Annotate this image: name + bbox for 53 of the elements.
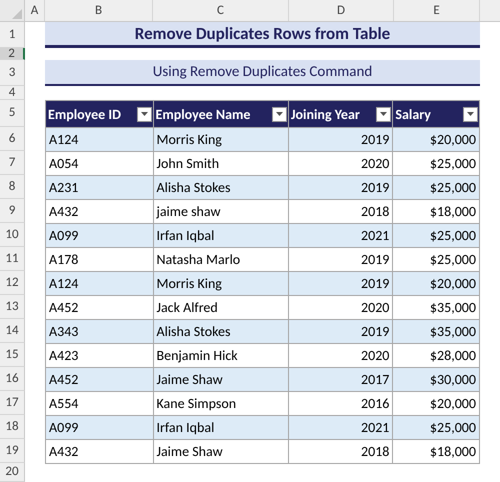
row-header[interactable]: 4 (0, 86, 25, 100)
caret-icon (467, 112, 474, 116)
row-header[interactable]: 12 (0, 271, 25, 295)
table-cell-text: $30,000 (428, 370, 477, 390)
row-header[interactable]: 7 (0, 151, 25, 175)
row-header[interactable]: 19 (0, 439, 25, 463)
row-header[interactable]: 10 (0, 223, 25, 247)
table-cell-text: $25,000 (428, 418, 477, 438)
row-header[interactable]: 2 (0, 48, 25, 60)
row-header[interactable]: 1 (0, 22, 25, 48)
row-header[interactable]: 6 (0, 127, 25, 151)
table-cell: 2018 (288, 440, 394, 463)
table-cell-text: $18,000 (428, 442, 477, 462)
caret-icon (380, 112, 388, 116)
row-header[interactable]: 17 (0, 391, 25, 415)
column-header[interactable]: D (289, 0, 394, 21)
row-header[interactable]: 11 (0, 247, 25, 271)
table-cell-text: $28,000 (428, 346, 477, 366)
sheet-title: Remove Duplicates Rows from Table (45, 22, 480, 48)
caret-icon (276, 112, 283, 116)
table-cell: A432 (46, 440, 154, 463)
table-cell-text: $20,000 (428, 274, 477, 294)
column-header[interactable]: E (394, 0, 480, 21)
row-header[interactable]: 13 (0, 295, 25, 319)
sheet-subtitle: Using Remove Duplicates Command (45, 60, 480, 86)
table-cell-text: $25,000 (428, 226, 477, 246)
table-cell-text: $25,000 (428, 154, 477, 174)
filter-button[interactable] (272, 106, 287, 122)
filter-button[interactable] (376, 106, 392, 122)
row-header[interactable]: 14 (0, 319, 25, 343)
row-header[interactable]: 18 (0, 415, 25, 439)
column-header[interactable]: B (45, 0, 153, 21)
row-header[interactable]: 9 (0, 199, 25, 223)
table-cell-text: $25,000 (428, 250, 477, 270)
row-header[interactable]: 3 (0, 60, 25, 86)
filter-button[interactable] (136, 106, 152, 122)
table-cell-text: $18,000 (428, 202, 477, 222)
table-cell-text: $35,000 (428, 298, 477, 318)
column-heading: Salary (393, 101, 479, 127)
filter-button[interactable] (463, 106, 478, 122)
column-header[interactable]: A (25, 0, 45, 21)
table-cell-text: $35,000 (428, 322, 477, 342)
table-cell: Jaime Shaw (154, 440, 289, 463)
table-cell-text: $20,000 (428, 394, 477, 414)
caret-icon (140, 112, 148, 116)
row-header[interactable]: 20 (0, 463, 25, 482)
table-cell-text: $25,000 (428, 178, 477, 198)
column-header[interactable]: C (153, 0, 289, 21)
table-cell-text: $20,000 (428, 130, 477, 150)
row-header[interactable]: 8 (0, 175, 25, 199)
row-header[interactable]: 16 (0, 367, 25, 391)
row-header[interactable]: 15 (0, 343, 25, 367)
row-header[interactable]: 5 (0, 100, 25, 127)
